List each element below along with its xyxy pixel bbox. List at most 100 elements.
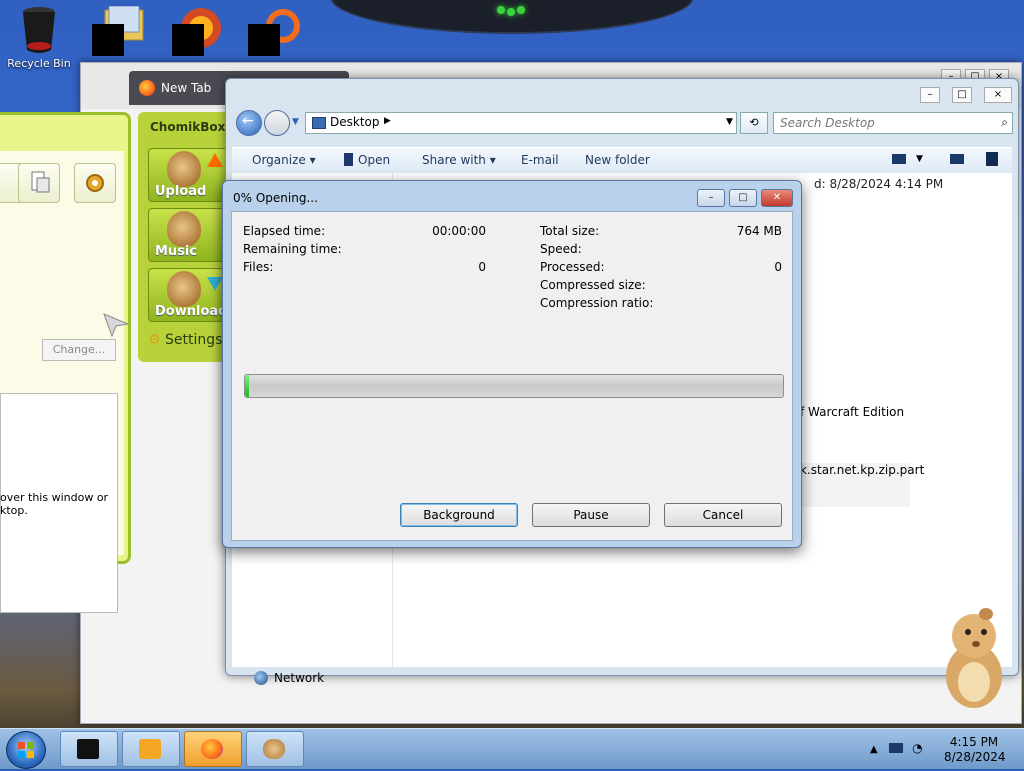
back-arrow-icon: ←: [242, 113, 254, 129]
organize-label: Organize: [252, 153, 306, 167]
explorer-close-button[interactable]: ×: [984, 87, 1012, 103]
desktop-icon-app-2[interactable]: [164, 6, 234, 57]
dialog-minimize-button[interactable]: –: [697, 189, 725, 207]
desktop-led-indicator: [497, 4, 527, 16]
gear-icon: ⚙: [148, 332, 161, 348]
hamster-icon: [167, 271, 201, 307]
desktop-icon-app-3[interactable]: [240, 6, 310, 57]
elapsed-time-value: 00:00:00: [432, 224, 486, 238]
tray-network-icon[interactable]: ◔: [912, 741, 922, 755]
open-button[interactable]: Open: [344, 153, 390, 167]
chomikbox-hint-line1: over this window or: [0, 491, 109, 504]
tray-display-icon[interactable]: [888, 743, 903, 753]
chomikbox-sidebar: ChomikBox Upload Music Download ⚙ Settin…: [138, 112, 230, 362]
nav-item-network[interactable]: Network: [254, 671, 324, 685]
recent-pages-dropdown[interactable]: ▼: [292, 117, 299, 127]
files-label: Files:: [243, 260, 274, 274]
chomikbox-change-button[interactable]: Change...: [42, 339, 116, 361]
search-input[interactable]: Search Desktop: [780, 116, 875, 130]
progress-bar: [244, 374, 784, 398]
chomikbox-drop-hint: over this window or ktop.: [0, 491, 116, 517]
pause-button[interactable]: Pause: [532, 503, 650, 527]
background-button[interactable]: Background: [400, 503, 518, 527]
dialog-title: 0% Opening...: [233, 191, 318, 205]
dialog-close-button[interactable]: ✕: [761, 189, 793, 207]
app-box-icon: [77, 739, 99, 759]
address-text: Desktop: [330, 115, 380, 129]
cancel-button[interactable]: Cancel: [664, 503, 782, 527]
details-date: d: 8/28/2024 4:14 PM: [814, 177, 944, 191]
desktop-location-icon: [312, 117, 326, 129]
view-dropdown-icon[interactable]: ▼: [916, 154, 923, 164]
hamster-mascot-icon[interactable]: [940, 606, 1006, 710]
chomikbox-upload-button[interactable]: Upload: [148, 148, 228, 202]
open-label: Open: [358, 153, 391, 167]
taskbar-item-app-1[interactable]: [60, 731, 118, 767]
extract-progress-dialog: 0% Opening... – □ ✕ Elapsed time: 00:00:…: [222, 180, 802, 548]
firefox-icon: [139, 80, 155, 96]
forward-button[interactable]: [264, 110, 290, 136]
redacted-label-box: [172, 24, 204, 56]
processed-value: 0: [774, 260, 782, 274]
windows-logo-icon: [18, 742, 34, 758]
upload-label: Upload: [155, 184, 207, 199]
explorer-maximize-button[interactable]: □: [952, 87, 972, 103]
add-file-icon: [31, 171, 50, 193]
command-bar: Organize ▾ Open Share with ▾ E-mail New …: [232, 147, 1012, 175]
desktop-icon-folder[interactable]: [84, 5, 154, 57]
upload-arrow-icon: [207, 153, 223, 167]
redacted-label-box: [92, 24, 124, 56]
dialog-maximize-button[interactable]: □: [729, 189, 757, 207]
download-arrow-icon: [207, 277, 223, 291]
preview-pane-icon[interactable]: [950, 154, 964, 164]
chomikbox-add-file-button[interactable]: [18, 163, 60, 203]
refresh-button[interactable]: ⟲: [740, 112, 768, 134]
speed-label: Speed:: [540, 242, 582, 256]
file-item-zip-part[interactable]: k.star.net.kp.zip.part: [800, 463, 924, 507]
email-button[interactable]: E-mail: [521, 153, 559, 167]
open-icon: [344, 153, 353, 166]
refresh-icon: ⟲: [749, 116, 759, 129]
address-dropdown-icon[interactable]: ▼: [726, 117, 733, 127]
chomikbox-download-button[interactable]: Download: [148, 268, 228, 322]
taskbar-clock[interactable]: 4:15 PM 8/28/2024: [944, 735, 1006, 765]
file-item-warcraft[interactable]: f Warcraft Edition: [800, 405, 904, 419]
breadcrumb-chevron-icon[interactable]: ▶: [384, 116, 391, 126]
elapsed-time-label: Elapsed time:: [243, 224, 326, 238]
address-bar[interactable]: Desktop ▶ ▼: [305, 112, 737, 134]
back-button[interactable]: ←: [236, 110, 262, 136]
chomikbox-settings-button[interactable]: [74, 163, 116, 203]
help-icon[interactable]: [986, 152, 998, 166]
progress-bar-fill: [245, 375, 249, 397]
organize-menu[interactable]: Organize ▾: [252, 153, 316, 167]
share-with-menu[interactable]: Share with ▾: [422, 153, 496, 167]
cursor-arrow-icon: [103, 313, 130, 338]
gear-icon: [86, 174, 104, 192]
hamster-headphones-icon: [167, 211, 201, 247]
media-player-icon: [139, 739, 161, 759]
chomikbox-hint-line2: ktop.: [0, 504, 28, 517]
files-value: 0: [478, 260, 486, 274]
hamster-icon: [167, 151, 201, 187]
taskbar-item-firefox[interactable]: [184, 731, 242, 767]
file-name: k.star.net.kp.zip.part: [800, 463, 925, 477]
search-icon[interactable]: ⌕: [1001, 115, 1008, 130]
search-box[interactable]: Search Desktop ⌕: [773, 112, 1013, 134]
view-options-icon[interactable]: [892, 154, 906, 164]
desktop-icon-recycle-bin[interactable]: Recycle Bin: [4, 4, 74, 70]
explorer-minimize-button[interactable]: –: [920, 87, 940, 103]
chomikbox-music-button[interactable]: Music: [148, 208, 228, 262]
taskbar: ▲ ◔ 4:15 PM 8/28/2024: [0, 728, 1024, 769]
remaining-time-label: Remaining time:: [243, 242, 342, 256]
tray-expand-icon[interactable]: ▲: [870, 744, 878, 755]
new-folder-button[interactable]: New folder: [585, 153, 650, 167]
redacted-label-box: [248, 24, 280, 56]
hamster-icon: [263, 739, 285, 759]
taskbar-item-media-player[interactable]: [122, 731, 180, 767]
clock-time: 4:15 PM: [949, 735, 999, 749]
total-size-label: Total size:: [540, 224, 600, 238]
compressed-size-label: Compressed size:: [540, 278, 646, 292]
windows-start-icon[interactable]: [6, 731, 46, 769]
chomikbox-settings-link[interactable]: ⚙ Settings: [148, 332, 222, 348]
taskbar-item-chomikbox[interactable]: [246, 731, 304, 767]
